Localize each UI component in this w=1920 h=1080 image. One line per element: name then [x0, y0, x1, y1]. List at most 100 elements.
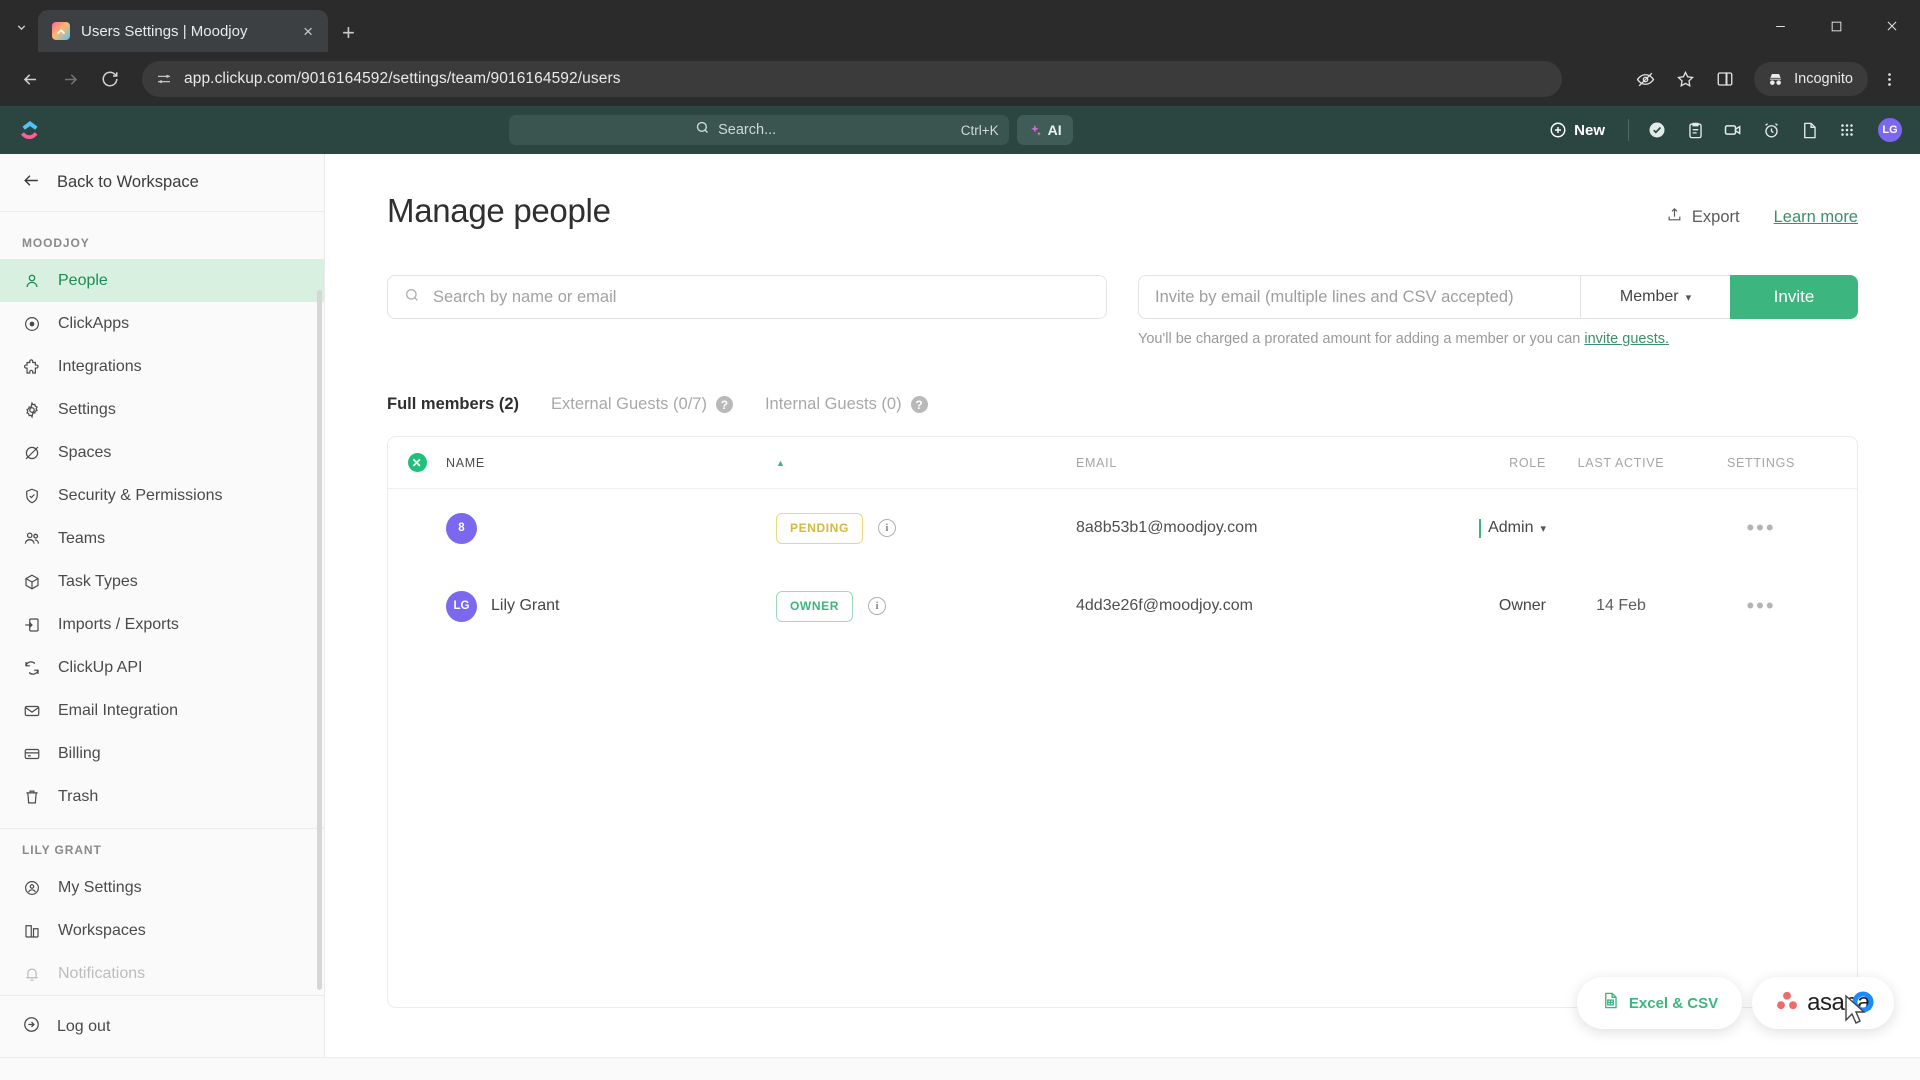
- star-icon[interactable]: [1666, 61, 1704, 97]
- window-close-icon[interactable]: [1864, 0, 1920, 52]
- global-search-input[interactable]: Search... Ctrl+K: [508, 115, 1009, 145]
- table-row[interactable]: 8 PENDING i 8a8b53b1@moodjoy.com Admin ▾…: [388, 489, 1857, 567]
- three-dot-menu-icon[interactable]: [1870, 61, 1908, 97]
- new-tab-button[interactable]: +: [342, 22, 355, 44]
- row-role-label: Admin: [1488, 519, 1534, 536]
- app-body: Back to Workspace MOODJOY People ClickAp…: [0, 154, 1920, 1057]
- select-all-checkbox[interactable]: ✕: [388, 453, 446, 472]
- sidebar-scrollbar[interactable]: [317, 290, 322, 990]
- forward-arrow-icon[interactable]: [52, 61, 88, 97]
- invite-button[interactable]: Invite: [1730, 275, 1858, 319]
- site-settings-icon[interactable]: [156, 71, 172, 87]
- window-maximize-icon[interactable]: [1808, 0, 1864, 52]
- row-settings-button[interactable]: •••: [1696, 517, 1826, 539]
- browser-tab-active[interactable]: Users Settings | Moodjoy ×: [38, 10, 328, 52]
- column-header-role[interactable]: ROLE: [1396, 456, 1546, 470]
- back-to-workspace-button[interactable]: Back to Workspace: [0, 154, 324, 212]
- more-options-icon[interactable]: •••: [1746, 517, 1775, 539]
- clipboard-icon[interactable]: [1678, 113, 1712, 147]
- document-icon[interactable]: [1792, 113, 1826, 147]
- sidebar-item-teams[interactable]: Teams: [0, 517, 324, 560]
- circle-dot-icon: [22, 314, 42, 334]
- members-table: ✕ NAME ▲ EMAIL ROLE LAST ACTIVE SETTINGS: [387, 436, 1858, 1008]
- x-circle-icon[interactable]: ✕: [407, 453, 427, 472]
- sidebar-item-people[interactable]: People: [0, 259, 324, 302]
- help-icon[interactable]: ?: [910, 396, 928, 413]
- sidebar-item-clickup-api[interactable]: ClickUp API: [0, 646, 324, 689]
- row-role: Owner: [1396, 597, 1546, 615]
- export-label: Export: [1691, 207, 1740, 226]
- address-bar[interactable]: app.clickup.com/9016164592/settings/team…: [142, 61, 1562, 97]
- back-to-workspace-label: Back to Workspace: [57, 173, 199, 191]
- ai-button[interactable]: AI: [1016, 115, 1073, 145]
- sidebar-item-notifications[interactable]: Notifications: [0, 952, 324, 995]
- search-icon: [695, 120, 710, 140]
- reload-icon[interactable]: [92, 61, 128, 97]
- check-circle-icon[interactable]: [1640, 113, 1674, 147]
- table-row[interactable]: LG Lily Grant OWNER i 4dd3e26f@moodjoy.c…: [388, 567, 1857, 645]
- sidebar-item-task-types[interactable]: Task Types: [0, 560, 324, 603]
- people-group-icon: [22, 529, 42, 549]
- asana-widget[interactable]: asana: [1752, 977, 1894, 1029]
- topbar-avatar[interactable]: LG: [1876, 116, 1904, 144]
- info-icon[interactable]: i: [868, 597, 886, 615]
- sidebar-item-billing[interactable]: Billing: [0, 732, 324, 775]
- bell-icon: [22, 964, 42, 984]
- apps-grid-icon[interactable]: [1830, 113, 1864, 147]
- logout-button[interactable]: Log out: [0, 995, 324, 1057]
- column-header-last-active[interactable]: LAST ACTIVE: [1546, 456, 1696, 470]
- sidebar-item-integrations[interactable]: Integrations: [0, 345, 324, 388]
- invite-email-input[interactable]: Invite by email (multiple lines and CSV …: [1138, 275, 1580, 319]
- export-button[interactable]: Export: [1666, 206, 1740, 228]
- invite-note-text: You'll be charged a prorated amount for …: [1138, 331, 1585, 347]
- column-header-settings[interactable]: SETTINGS: [1696, 456, 1826, 470]
- new-button[interactable]: New: [1537, 114, 1617, 146]
- sidebar-item-label: Notifications: [58, 964, 146, 982]
- incognito-label: Incognito: [1794, 71, 1853, 87]
- sidebar-item-label: ClickApps: [58, 314, 130, 332]
- main-content: Manage people Export Learn more Search b…: [325, 154, 1920, 1057]
- column-header-email[interactable]: EMAIL: [1076, 456, 1396, 470]
- window-minimize-icon[interactable]: [1752, 0, 1808, 52]
- incognito-profile-button[interactable]: Incognito: [1754, 62, 1868, 96]
- clickup-logo-icon[interactable]: [16, 116, 44, 144]
- tab-full-members[interactable]: Full members (2): [387, 395, 519, 414]
- row-name-label: Lily Grant: [491, 597, 560, 614]
- avatar[interactable]: 8: [446, 512, 477, 544]
- sidebar-item-workspaces[interactable]: Workspaces: [0, 909, 324, 952]
- tab-search-chevron-icon[interactable]: [4, 7, 38, 47]
- invite-guests-link[interactable]: invite guests.: [1584, 331, 1669, 347]
- eye-off-icon[interactable]: [1626, 61, 1664, 97]
- avatar[interactable]: LG: [446, 590, 477, 622]
- new-button-label: New: [1574, 121, 1605, 139]
- side-panel-icon[interactable]: [1706, 61, 1744, 97]
- tab-internal-guests[interactable]: Internal Guests (0) ?: [765, 395, 928, 414]
- column-header-name[interactable]: NAME: [446, 456, 776, 470]
- main-inner: Manage people Export Learn more Search b…: [325, 154, 1920, 1008]
- back-arrow-icon[interactable]: [12, 61, 48, 97]
- sidebar-item-label: ClickUp API: [58, 658, 143, 676]
- alarm-clock-icon[interactable]: [1754, 113, 1788, 147]
- sidebar-item-email-integration[interactable]: Email Integration: [0, 689, 324, 732]
- sidebar-item-settings[interactable]: Settings: [0, 388, 324, 431]
- sidebar-item-imports-exports[interactable]: Imports / Exports: [0, 603, 324, 646]
- sidebar-item-clickapps[interactable]: ClickApps: [0, 302, 324, 345]
- tab-external-guests[interactable]: External Guests (0/7) ?: [551, 395, 733, 414]
- sidebar-item-my-settings[interactable]: My Settings: [0, 866, 324, 909]
- invite-role-select[interactable]: Member ▾: [1580, 275, 1730, 319]
- sidebar-item-trash[interactable]: Trash: [0, 775, 324, 818]
- info-icon[interactable]: i: [877, 519, 896, 537]
- excel-csv-widget[interactable]: Excel & CSV: [1576, 977, 1743, 1029]
- page-header: Manage people Export Learn more: [387, 192, 1858, 230]
- more-options-icon[interactable]: •••: [1746, 595, 1775, 617]
- learn-more-link[interactable]: Learn more: [1774, 208, 1858, 227]
- search-input[interactable]: Search by name or email: [387, 275, 1107, 319]
- row-role-select[interactable]: Admin ▾: [1396, 518, 1546, 538]
- row-settings-button[interactable]: •••: [1696, 595, 1826, 617]
- help-icon[interactable]: ?: [715, 396, 733, 413]
- sort-ascending-icon[interactable]: ▲: [776, 458, 786, 468]
- tab-close-icon[interactable]: ×: [299, 20, 317, 43]
- sidebar-item-security-permissions[interactable]: Security & Permissions: [0, 474, 324, 517]
- video-camera-icon[interactable]: [1716, 113, 1750, 147]
- sidebar-item-spaces[interactable]: Spaces: [0, 431, 324, 474]
